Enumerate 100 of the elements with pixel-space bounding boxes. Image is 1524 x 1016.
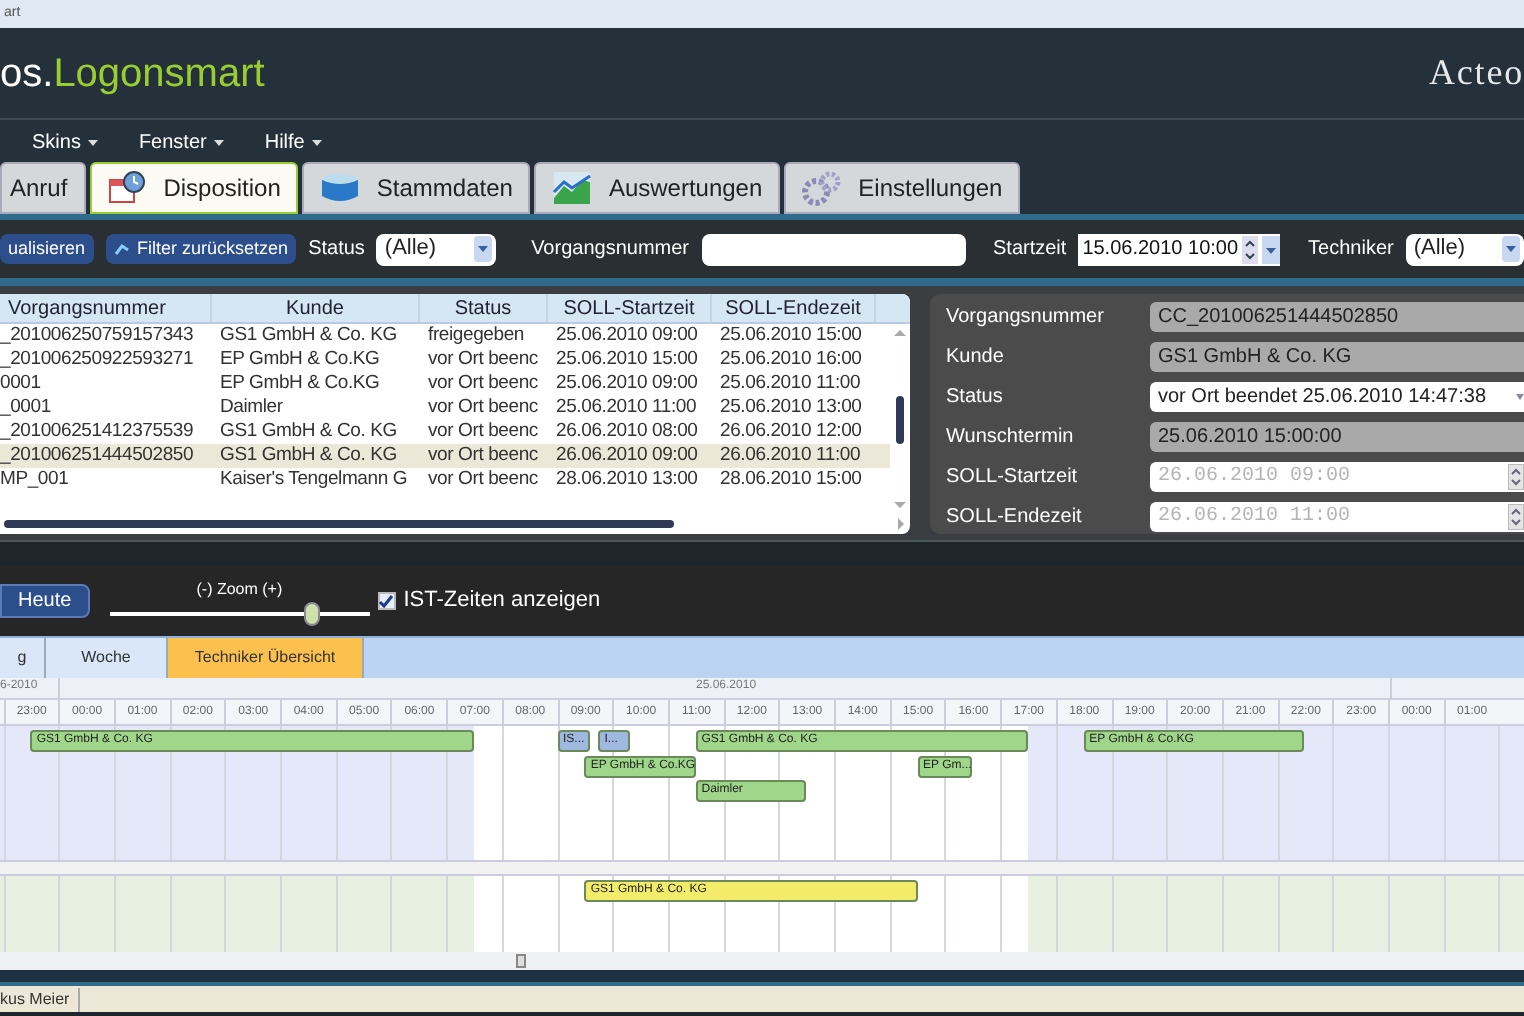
scroll-up-icon	[892, 328, 908, 338]
menu-item[interactable]: Hilfe	[264, 127, 323, 157]
table-cell-text: 0001	[0, 372, 43, 396]
field-label: Techniker	[1308, 236, 1394, 264]
field-label: SOLL-Startzeit	[946, 463, 1080, 491]
spinner-icon	[1508, 503, 1524, 529]
table-cell-text: _201006251412375539	[0, 420, 196, 444]
table-cell-text: freigegeben	[426, 324, 526, 348]
table-row[interactable]: _0001 Daimler vor Ort beenc 25.06.2010 11:00 25.06.2010 13:00	[0, 396, 890, 420]
table-cell-text: 25.06.2010 09:00	[554, 372, 700, 396]
table-cell-text: 25.06.2010 15:00	[554, 348, 700, 372]
field-label: Wunschtermin	[946, 423, 1076, 451]
column-header[interactable]: SOLL-Startzeit	[548, 294, 712, 322]
start-time-field[interactable]: 15.06.2010 10:00	[1078, 233, 1281, 265]
table-cell-text: vor Ort beenc	[426, 468, 540, 492]
table-cell-text: 26.06.2010 11:00	[718, 444, 863, 468]
field-label: Startzeit	[993, 236, 1067, 264]
table-cell-text: 25.06.2010 09:00	[554, 324, 700, 348]
view-tab[interactable]: Woche	[46, 638, 168, 678]
calendar-icon	[107, 170, 148, 206]
menu-item[interactable]: Skins	[32, 127, 99, 157]
table-row[interactable]: _201006250922593271 EP GmbH & Co.KG vor Ort beenc 25.06.2010 15:00 25.06.2010 16:00	[0, 348, 890, 372]
table-cell-text: 25.06.2010 11:00	[718, 372, 863, 396]
view-tab[interactable]: Techniker Übersicht	[168, 638, 364, 678]
checkbox-label: IST-Zeiten anzeigen	[403, 586, 601, 617]
checkbox[interactable]	[377, 592, 396, 610]
user-name: kus Meier	[0, 987, 80, 1011]
tab[interactable]: Auswertungen	[534, 162, 781, 214]
caret-icon	[214, 139, 225, 145]
logo-text: os.	[0, 49, 54, 99]
spinner-icon	[1508, 463, 1524, 489]
table-cell-text: vor Ort beenc	[426, 348, 540, 372]
column-header[interactable]: Kunde	[212, 294, 420, 322]
column-header[interactable]: SOLL-Endezeit	[712, 294, 876, 322]
status-dropdown[interactable]: vor Ort beendet 25.06.2010 14:47:38	[1150, 381, 1524, 411]
view-tab[interactable]: g	[0, 638, 46, 678]
table-cell-text: vor Ort beenc	[426, 444, 540, 468]
gear-icon	[802, 170, 843, 206]
caret-icon	[312, 139, 323, 145]
table-cell-text: 28.06.2010 13:00	[554, 468, 700, 492]
check-icon	[378, 594, 395, 608]
table-cell-text: 25.06.2010 16:00	[718, 348, 864, 372]
horizontal-scrollbar[interactable]	[0, 952, 1524, 970]
field-label: Status	[308, 236, 365, 264]
table-cell-text: vor Ort beenc	[426, 372, 540, 396]
tab[interactable]: Einstellungen	[784, 162, 1021, 214]
table-cell-text: EP GmbH & Co.KG	[218, 372, 382, 396]
table-row[interactable]: MP_001 Kaiser's Tengelmann G vor Ort beenc 28.06.2010 13:00 28.06.2010 15:00	[0, 468, 890, 492]
readonly-field: 25.06.2010 15:00:00	[1150, 421, 1524, 451]
caret-icon	[88, 139, 99, 145]
caret-icon	[1516, 393, 1524, 399]
table-cell-text: _0001	[0, 396, 53, 420]
table-cell-text: vor Ort beenc	[426, 420, 540, 444]
vertical-scrollbar[interactable]	[890, 324, 910, 514]
table-cell-text: 25.06.2010 15:00	[718, 324, 864, 348]
tab[interactable]: Disposition	[89, 162, 299, 214]
table-cell-text: GS1 GmbH & Co. KG	[218, 324, 399, 348]
spinner-icon	[1242, 235, 1259, 263]
status-dropdown[interactable]: (Alle)	[376, 233, 496, 265]
table-row[interactable]: _201006251412375539 GS1 GmbH & Co. KG vor Ort beenc 26.06.2010 08:00 26.06.2010 12:00	[0, 420, 890, 444]
chart-icon	[552, 170, 593, 206]
table-cell-text: _201006250922593271	[0, 348, 196, 372]
logo-text: Logonsmart	[53, 49, 265, 99]
table-cell-text: MP_001	[0, 468, 71, 492]
technician-dropdown[interactable]: (Alle)	[1405, 233, 1524, 265]
box-icon	[320, 170, 361, 206]
horizontal-scrollbar[interactable]	[0, 514, 910, 534]
table-cell-text: 26.06.2010 08:00	[554, 420, 700, 444]
tab[interactable]: Anruf	[0, 162, 86, 214]
scroll-down-icon	[892, 500, 908, 510]
column-header[interactable]: Status	[420, 294, 548, 322]
table-cell-text: Kaiser's Tengelmann G	[218, 468, 410, 492]
table-row[interactable]: _201006251444502850 GS1 GmbH & Co. KG vor Ort beenc 26.06.2010 09:00 26.06.2010 11:00	[0, 444, 890, 468]
table-cell-text: GS1 GmbH & Co. KG	[218, 444, 399, 468]
table-cell-text: GS1 GmbH & Co. KG	[218, 420, 399, 444]
table-cell-text: 25.06.2010 13:00	[718, 396, 864, 420]
zoom-label: (-) Zoom (+)	[196, 577, 283, 601]
field-label: Vorgangsnummer	[946, 303, 1106, 331]
table-cell-text: 26.06.2010 09:00	[554, 444, 700, 468]
tab[interactable]: Stammdaten	[302, 162, 531, 214]
field-label: Status	[946, 383, 1005, 411]
refresh-button[interactable]: ualisieren	[0, 234, 94, 264]
table-cell-text: 25.06.2010 11:00	[554, 396, 699, 420]
zoom-slider[interactable]	[109, 601, 370, 625]
number-input-field[interactable]	[701, 233, 965, 265]
today-button[interactable]: Heute	[0, 584, 90, 618]
field-label: Vorgangsnummer	[531, 236, 689, 264]
column-header[interactable]: Vorgangsnummer	[0, 294, 212, 322]
table-row[interactable]: _201006250759157343 GS1 GmbH & Co. KG freigegeben 25.06.2010 09:00 25.06.2010 15:00	[0, 324, 890, 348]
table-cell-text: _201006251444502850	[0, 444, 196, 468]
readonly-field: CC_201006251444502850	[1150, 301, 1524, 331]
menu-item[interactable]: Fenster	[138, 127, 225, 157]
reset-filter-button[interactable]: Filter zurücksetzen	[105, 234, 297, 264]
table-cell-text: 26.06.2010 12:00	[718, 420, 864, 444]
table-cell-text: EP GmbH & Co.KG	[218, 348, 382, 372]
brand-logo: Acteo	[1429, 50, 1524, 96]
table-cell-text: _201006250759157343	[0, 324, 196, 348]
table-row[interactable]: 0001 EP GmbH & Co.KG vor Ort beenc 25.06.2010 09:00 25.06.2010 11:00	[0, 372, 890, 396]
readonly-field: GS1 GmbH & Co. KG	[1150, 341, 1524, 371]
field-label: Kunde	[946, 343, 1006, 371]
